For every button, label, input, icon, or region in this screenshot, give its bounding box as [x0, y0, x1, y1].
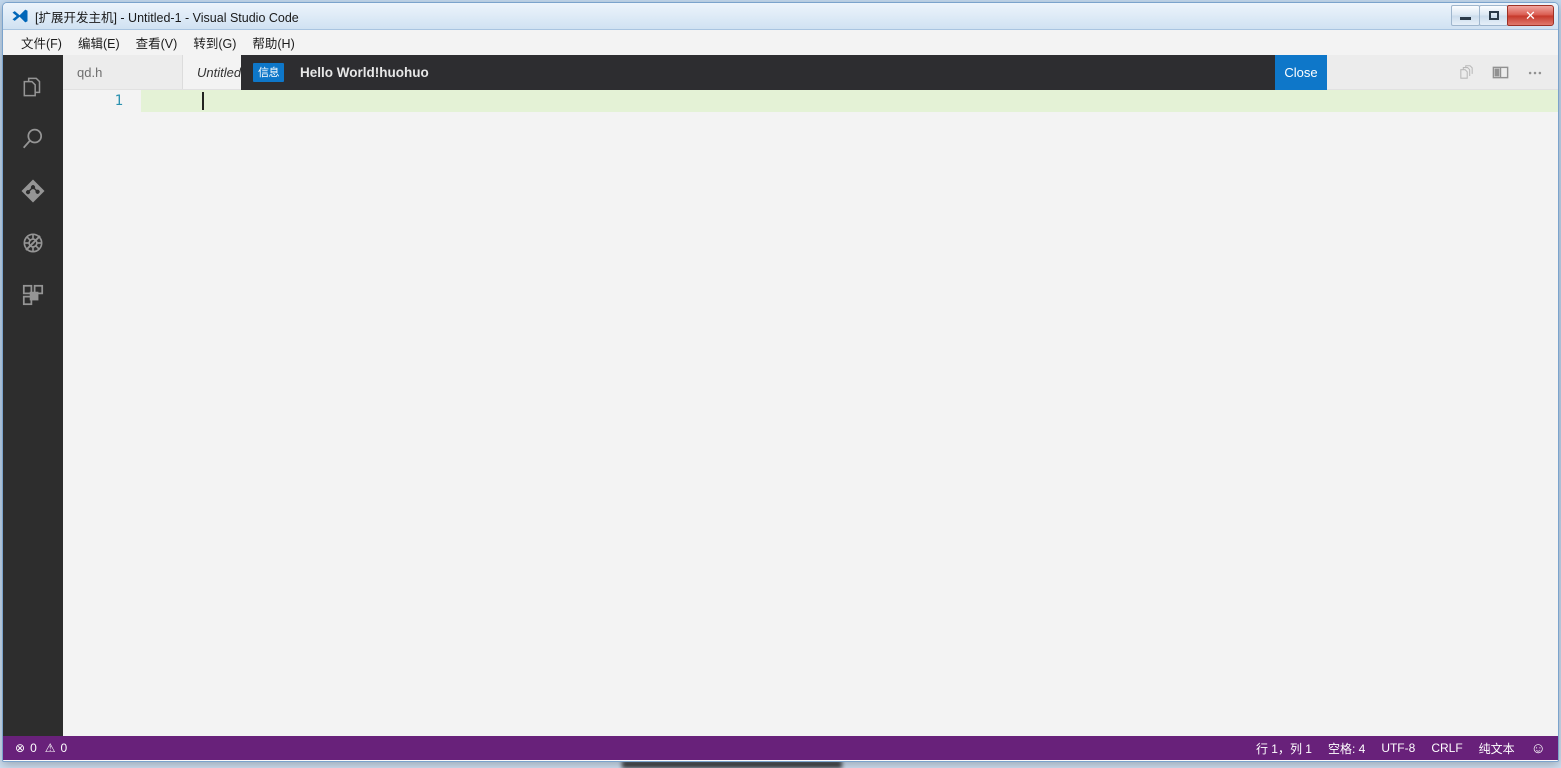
text-cursor	[202, 92, 204, 110]
status-warnings[interactable]: ⚠ 0	[45, 736, 75, 760]
notification-toast: 信息 Hello World!huohuo Close	[241, 55, 1327, 90]
search-icon	[23, 128, 43, 149]
tab-qd-h[interactable]: qd.h	[63, 55, 183, 89]
maximize-button[interactable]	[1479, 5, 1508, 26]
status-indentation[interactable]: 空格: 4	[1320, 736, 1373, 760]
menu-bar[interactable]: 文件(F) 编辑(E) 查看(V) 转到(G) 帮助(H)	[3, 30, 1558, 55]
tab-bar[interactable]: qd.h Untitled- 信息 Hello World!huohuo Clo…	[63, 55, 1558, 90]
menu-item-edit[interactable]: 编辑(E)	[70, 30, 128, 55]
status-bar-right: 行 1，列 1 空格: 4 UTF-8 CRLF 纯文本 ☺	[1248, 736, 1554, 760]
source-control-icon	[21, 179, 45, 203]
text-editor[interactable]: 1	[63, 90, 1558, 736]
notification-close-button[interactable]: Close	[1275, 55, 1327, 90]
window-controls[interactable]: ✕	[1451, 5, 1554, 26]
sidebar-item-search[interactable]	[3, 113, 63, 165]
status-warnings-count: 0	[60, 741, 68, 755]
smiley-face-icon[interactable]: ☺	[1523, 736, 1554, 760]
workbench-body: qd.h Untitled- 信息 Hello World!huohuo Clo…	[3, 55, 1558, 736]
minimize-button[interactable]	[1451, 5, 1480, 26]
extensions-icon	[22, 284, 44, 306]
editor-group: qd.h Untitled- 信息 Hello World!huohuo Clo…	[63, 55, 1558, 736]
current-line-highlight	[63, 90, 1558, 112]
minimize-icon	[1460, 16, 1471, 20]
editor-actions[interactable]	[1458, 55, 1550, 90]
sidebar-item-explorer[interactable]	[3, 61, 63, 113]
sidebar-item-source-control[interactable]	[3, 165, 63, 217]
close-icon: ✕	[1525, 8, 1536, 23]
close-window-button[interactable]: ✕	[1507, 5, 1554, 26]
maximize-icon	[1488, 11, 1499, 20]
warning-triangle-icon: ⚠	[44, 741, 56, 755]
notification-message: Hello World!huohuo	[300, 65, 429, 80]
sidebar-item-debug[interactable]	[3, 217, 63, 269]
menu-item-view[interactable]: 查看(V)	[128, 30, 186, 55]
ellipsis-icon[interactable]	[1526, 64, 1544, 82]
status-language-mode[interactable]: 纯文本	[1471, 736, 1523, 760]
error-circle-icon: ⊗	[15, 741, 26, 755]
menu-item-file[interactable]: 文件(F)	[13, 30, 70, 55]
debug-icon	[23, 233, 43, 253]
status-encoding[interactable]: UTF-8	[1373, 736, 1423, 760]
files-icon	[23, 77, 41, 97]
status-errors-count: 0	[30, 741, 37, 755]
menu-item-help[interactable]: 帮助(H)	[244, 30, 302, 55]
window-title: [扩展开发主机] - Untitled-1 - Visual Studio Co…	[35, 10, 299, 25]
line-number-1: 1	[63, 90, 141, 112]
title-bar[interactable]: [扩展开发主机] - Untitled-1 - Visual Studio Co…	[3, 3, 1558, 30]
status-bar-left: ⊗ 0 ⚠ 0	[7, 736, 75, 760]
vscode-logo-icon	[12, 9, 28, 23]
notification-severity-badge: 信息	[253, 63, 284, 82]
copy-files-icon[interactable]	[1458, 64, 1475, 81]
sidebar-item-extensions[interactable]	[3, 269, 63, 321]
activity-bar[interactable]	[3, 55, 63, 736]
status-eol[interactable]: CRLF	[1423, 736, 1470, 760]
status-bar[interactable]: ⊗ 0 ⚠ 0 行 1，列 1 空格: 4 UTF-8 CRLF 纯文本 ☺	[3, 736, 1558, 760]
status-cursor-position[interactable]: 行 1，列 1	[1248, 736, 1320, 760]
status-errors[interactable]: ⊗ 0	[7, 736, 45, 760]
menu-item-goto[interactable]: 转到(G)	[185, 30, 244, 55]
vscode-window: [扩展开发主机] - Untitled-1 - Visual Studio Co…	[2, 2, 1559, 762]
split-editor-icon[interactable]	[1491, 63, 1510, 82]
